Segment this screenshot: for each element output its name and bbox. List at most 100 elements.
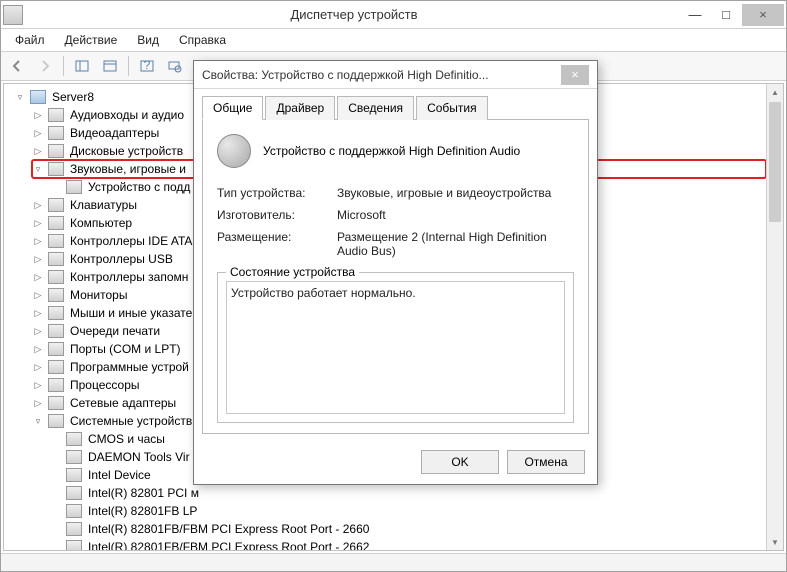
expand-icon[interactable]: ▷ xyxy=(32,322,44,340)
tree-item-label: Клавиатуры xyxy=(68,196,139,214)
device-icon xyxy=(66,432,82,446)
device-name: Устройство с поддержкой High Definition … xyxy=(263,144,520,158)
device-category-icon xyxy=(48,306,64,320)
device-icon xyxy=(66,540,82,550)
properties-dialog: Свойства: Устройство с поддержкой High D… xyxy=(193,60,598,485)
dialog-titlebar: Свойства: Устройство с поддержкой High D… xyxy=(194,61,597,89)
tree-device[interactable]: Intel(R) 82801FB/FBM PCI Express Root Po… xyxy=(50,520,766,538)
back-button[interactable] xyxy=(5,54,29,78)
status-legend: Состояние устройства xyxy=(226,265,359,279)
tree-device[interactable]: Intel(R) 82801 PCI м xyxy=(50,484,766,502)
manufacturer-value: Microsoft xyxy=(337,208,574,222)
expand-icon[interactable]: ▿ xyxy=(32,160,44,178)
expand-icon[interactable]: ▷ xyxy=(32,304,44,322)
menu-view[interactable]: Вид xyxy=(129,31,167,49)
device-category-icon xyxy=(48,198,64,212)
minimize-button[interactable]: — xyxy=(680,4,710,26)
expand-icon[interactable]: ▷ xyxy=(32,376,44,394)
device-category-icon xyxy=(48,288,64,302)
tree-item-label: Intel Device xyxy=(86,466,153,484)
expand-icon[interactable]: ▿ xyxy=(14,88,26,106)
titlebar: Диспетчер устройств — □ × xyxy=(1,1,786,29)
tab-driver[interactable]: Драйвер xyxy=(265,96,335,120)
location-label: Размещение: xyxy=(217,230,337,258)
expand-icon[interactable]: ▷ xyxy=(32,196,44,214)
expand-icon[interactable]: ▷ xyxy=(32,340,44,358)
device-icon xyxy=(66,486,82,500)
tab-general[interactable]: Общие xyxy=(202,96,263,120)
scroll-up-icon[interactable]: ▲ xyxy=(767,84,783,100)
show-hide-tree-button[interactable] xyxy=(70,54,94,78)
expand-icon[interactable]: ▿ xyxy=(32,412,44,430)
tree-item-label: Мыши и иные указате xyxy=(68,304,194,322)
device-category-icon xyxy=(48,270,64,284)
expand-icon[interactable]: ▷ xyxy=(32,358,44,376)
tab-events[interactable]: События xyxy=(416,96,488,120)
expand-icon[interactable]: ▷ xyxy=(32,214,44,232)
expand-icon[interactable]: ▷ xyxy=(32,394,44,412)
location-value: Размещение 2 (Internal High Definition A… xyxy=(337,230,574,258)
device-category-icon xyxy=(48,324,64,338)
tree-item-label: Контроллеры IDE ATA xyxy=(68,232,194,250)
maximize-button[interactable]: □ xyxy=(711,4,741,26)
speaker-icon xyxy=(217,134,251,168)
tree-item-label: DAEMON Tools Vir xyxy=(86,448,192,466)
manufacturer-label: Изготовитель: xyxy=(217,208,337,222)
app-icon xyxy=(3,5,23,25)
scroll-thumb[interactable] xyxy=(769,102,781,222)
tree-item-label: Intel(R) 82801FB/FBM PCI Express Root Po… xyxy=(86,538,371,550)
device-category-icon xyxy=(48,108,64,122)
vertical-scrollbar[interactable]: ▲ ▼ xyxy=(766,84,783,550)
close-button[interactable]: × xyxy=(742,4,784,26)
expand-icon[interactable]: ▷ xyxy=(32,286,44,304)
device-icon xyxy=(66,468,82,482)
device-category-icon xyxy=(48,126,64,140)
ok-button[interactable]: OK xyxy=(421,450,499,474)
dialog-tabs: Общие Драйвер Сведения События xyxy=(202,95,589,120)
dialog-title: Свойства: Устройство с поддержкой High D… xyxy=(202,68,561,82)
device-icon xyxy=(66,504,82,518)
expand-icon[interactable]: ▷ xyxy=(32,268,44,286)
device-status-text[interactable] xyxy=(226,281,565,414)
device-category-icon xyxy=(48,414,64,428)
tree-item-label: Аудиовходы и аудио xyxy=(68,106,186,124)
expand-icon[interactable]: ▷ xyxy=(32,124,44,142)
forward-button[interactable] xyxy=(33,54,57,78)
help-button[interactable]: ? xyxy=(135,54,159,78)
expand-icon[interactable]: ▷ xyxy=(32,232,44,250)
tree-item-label: Контроллеры запомн xyxy=(68,268,190,286)
device-category-icon xyxy=(48,216,64,230)
menubar: Файл Действие Вид Справка xyxy=(1,29,786,51)
tree-item-label: Программные устрой xyxy=(68,358,191,376)
tree-item-label: Сетевые адаптеры xyxy=(68,394,178,412)
tree-item-label: Intel(R) 82801FB LP xyxy=(86,502,199,520)
tree-device[interactable]: Intel(R) 82801FB/FBM PCI Express Root Po… xyxy=(50,538,766,550)
menu-action[interactable]: Действие xyxy=(57,31,126,49)
tree-item-label: Intel(R) 82801 PCI м xyxy=(86,484,201,502)
tree-item-label: Устройство с подд xyxy=(86,178,192,196)
tree-item-label: Компьютер xyxy=(68,214,134,232)
tree-item-label: Intel(R) 82801FB/FBM PCI Express Root Po… xyxy=(86,520,371,538)
tree-item-label: Очереди печати xyxy=(68,322,162,340)
device-icon xyxy=(66,450,82,464)
tab-details[interactable]: Сведения xyxy=(337,96,414,120)
cancel-button[interactable]: Отмена xyxy=(507,450,585,474)
menu-help[interactable]: Справка xyxy=(171,31,234,49)
tree-item-label: Процессоры xyxy=(68,376,142,394)
tree-device[interactable]: Intel(R) 82801FB LP xyxy=(50,502,766,520)
device-icon xyxy=(66,522,82,536)
device-category-icon xyxy=(48,162,64,176)
dialog-close-button[interactable]: × xyxy=(561,65,589,85)
scan-hardware-button[interactable] xyxy=(163,54,187,78)
device-icon xyxy=(66,180,82,194)
expand-icon[interactable]: ▷ xyxy=(32,142,44,160)
tree-item-label: CMOS и часы xyxy=(86,430,167,448)
menu-file[interactable]: Файл xyxy=(7,31,53,49)
device-category-icon xyxy=(48,360,64,374)
device-status-group: Состояние устройства xyxy=(217,272,574,423)
scroll-down-icon[interactable]: ▼ xyxy=(767,534,783,550)
tree-item-label: Видеоадаптеры xyxy=(68,124,161,142)
properties-button[interactable] xyxy=(98,54,122,78)
expand-icon[interactable]: ▷ xyxy=(32,106,44,124)
expand-icon[interactable]: ▷ xyxy=(32,250,44,268)
